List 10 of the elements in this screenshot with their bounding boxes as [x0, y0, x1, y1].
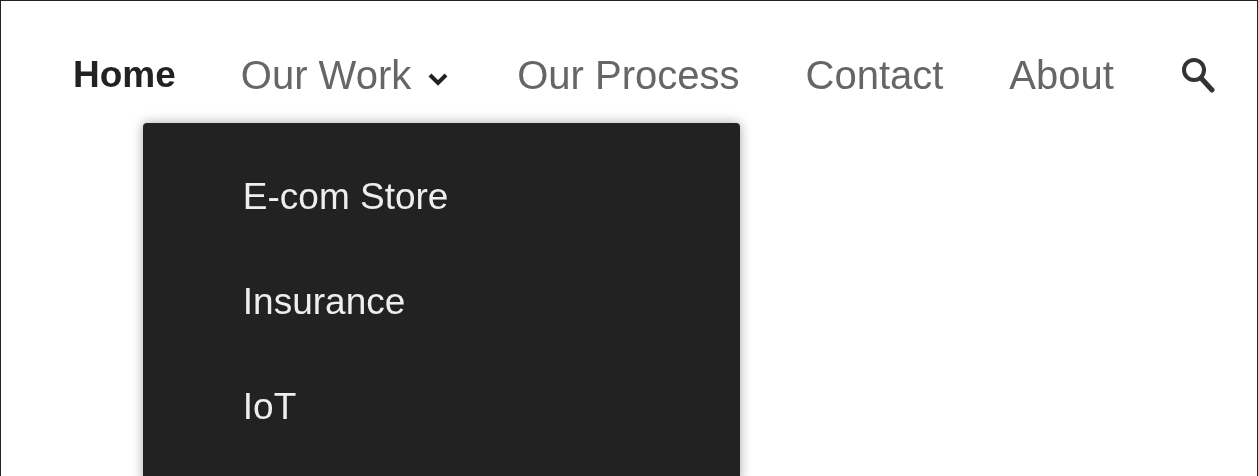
chevron-down-icon[interactable]	[427, 72, 450, 86]
dropdown-item[interactable]: E-com Store	[242, 175, 740, 219]
nav-link[interactable]: Our Process	[517, 51, 740, 99]
dropdown-toggle[interactable]: Our Work	[240, 51, 412, 99]
nav-link[interactable]: Home	[73, 51, 176, 99]
nav-link[interactable]: Contact	[805, 51, 944, 99]
dropdown-item[interactable]: IoT	[242, 385, 740, 429]
nav-link[interactable]: About	[1009, 51, 1114, 99]
dropdown-item[interactable]: Insurance	[242, 280, 740, 324]
search-icon[interactable]	[1180, 57, 1215, 93]
